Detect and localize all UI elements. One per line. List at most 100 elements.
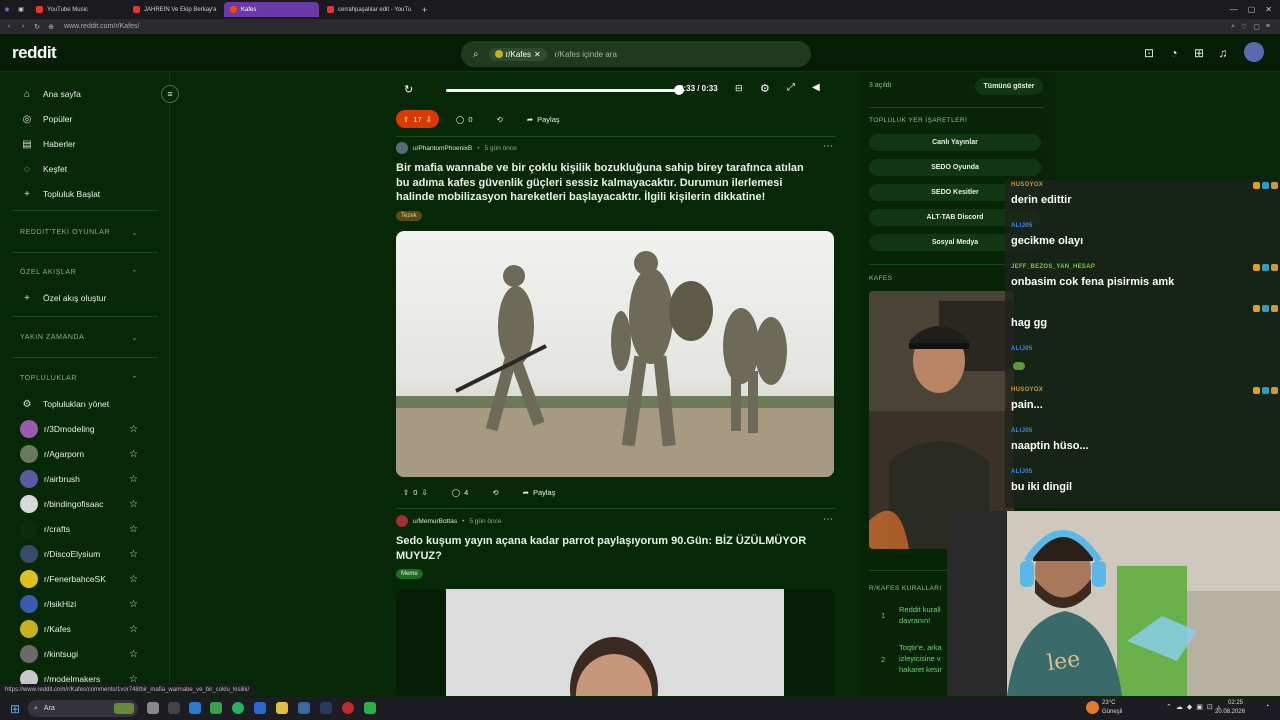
search-community-chip[interactable]: r/Kafes ✕: [488, 47, 547, 61]
tab-jahrein[interactable]: JAHREIN Ve Ekip Berkay'a: [127, 2, 222, 17]
feeds-section-header[interactable]: ÖZEL AKIŞLAR ⌃: [20, 269, 138, 277]
sidebar-item-news[interactable]: ▤ Haberler: [20, 135, 160, 153]
star-icon[interactable]: ☆: [129, 599, 138, 610]
sidebar-item-kafes[interactable]: r/Kafes ☆: [20, 619, 138, 639]
share-button[interactable]: ➦ Paylaş: [516, 483, 563, 501]
bookmark-live-streams[interactable]: Canlı Yayınlar: [869, 134, 1041, 151]
notifications-icon[interactable]: ♫: [1216, 46, 1230, 60]
post-image-soldiers[interactable]: [396, 231, 834, 477]
star-icon[interactable]: ☆: [129, 499, 138, 510]
sidebar-item-kintsugi[interactable]: r/kintsugi ☆: [20, 644, 138, 664]
chat-icon[interactable]: ◔: [1167, 46, 1181, 60]
task-view-icon[interactable]: [147, 702, 159, 714]
captions-icon[interactable]: ⊟: [735, 83, 743, 94]
create-post-icon[interactable]: ⊞: [1192, 46, 1206, 60]
recent-section-header[interactable]: YAKIN ZAMANDA ⌄: [20, 334, 138, 342]
sidebar-item-start-community[interactable]: + Topluluk Başlat: [20, 185, 160, 203]
replay-icon[interactable]: ↻: [404, 83, 413, 96]
maximize-icon[interactable]: ▢: [1248, 5, 1256, 14]
post-title[interactable]: Bir mafia wannabe ve bir çoklu kişilik b…: [396, 161, 816, 205]
downvote-icon[interactable]: ⇩: [421, 488, 427, 497]
sidebar-item-home[interactable]: ⌂ Ana sayfa: [20, 85, 160, 103]
fullscreen-icon[interactable]: ⤢: [787, 82, 795, 93]
browser-menu-icon[interactable]: ◉: [0, 6, 14, 13]
url-field[interactable]: www.reddit.com/r/Kafes/: [64, 23, 139, 30]
app-icon[interactable]: [364, 702, 376, 714]
post-author[interactable]: u/MemurBottas: [413, 518, 457, 525]
create-custom-feed[interactable]: + Özel akış oluştur: [20, 289, 160, 307]
user-avatar[interactable]: [396, 142, 408, 154]
user-avatar[interactable]: [1244, 42, 1264, 62]
store-icon[interactable]: [298, 702, 310, 714]
close-icon[interactable]: ✕: [1265, 5, 1272, 14]
manage-communities[interactable]: ⚙ Toplulukları yönet: [20, 395, 160, 413]
sidebar-item-popular[interactable]: ◎ Popüler: [20, 110, 160, 128]
ads-icon[interactable]: ⊡: [1142, 46, 1156, 60]
star-icon[interactable]: ☆: [129, 424, 138, 435]
opera-icon[interactable]: [342, 702, 354, 714]
crosspost-button[interactable]: ⟲: [490, 110, 510, 128]
spreadsheet-app-icon[interactable]: [210, 702, 222, 714]
tab-overview-icon[interactable]: ▣: [14, 6, 28, 13]
settings-icon[interactable]: ≡: [1266, 23, 1270, 31]
steam-icon[interactable]: [320, 702, 332, 714]
rule-item[interactable]: 2 Toqtir'e, arka izleyicisine v hakaret …: [869, 642, 954, 682]
sidebar-item-crafts[interactable]: r/crafts ☆: [20, 519, 138, 539]
forward-icon[interactable]: ›: [18, 23, 28, 30]
upvote-icon[interactable]: ⇧: [403, 115, 409, 124]
star-icon[interactable]: ☆: [129, 649, 138, 660]
tab-youtube-music[interactable]: YouTube Music: [30, 2, 125, 17]
user-avatar[interactable]: [396, 515, 408, 527]
edge-icon[interactable]: [254, 702, 266, 714]
post-image-person[interactable]: [396, 589, 834, 696]
clock-time[interactable]: 02:25: [1228, 700, 1243, 706]
star-icon[interactable]: ☆: [129, 674, 138, 685]
sidebar-item-bindingofisaac[interactable]: r/bindingofisaac ☆: [20, 494, 138, 514]
tab-cerrahpasalilar[interactable]: cerrahpaşalılar edit - YouTu: [321, 2, 416, 17]
notifications-icon[interactable]: ◔: [1265, 703, 1269, 710]
reload-icon[interactable]: ↻: [32, 23, 42, 31]
volume-icon[interactable]: ◀: [812, 82, 820, 93]
minimize-icon[interactable]: —: [1230, 5, 1238, 14]
star-icon[interactable]: ☆: [129, 524, 138, 535]
terminal-icon[interactable]: [168, 702, 180, 714]
extensions-icon[interactable]: ▢: [1253, 23, 1260, 31]
sidebar-item-airbrush[interactable]: r/airbrush ☆: [20, 469, 138, 489]
sidebar-item-isikhizi[interactable]: r/IsikHizi ☆: [20, 594, 138, 614]
search-bar[interactable]: ⌕ r/Kafes ✕ r/Kafes içinde ara: [461, 41, 811, 67]
new-tab-button[interactable]: +: [422, 5, 427, 15]
bookmark-icon[interactable]: ♡: [1241, 23, 1247, 31]
vscode-icon[interactable]: [189, 702, 201, 714]
chip-close-icon[interactable]: ✕: [534, 50, 541, 59]
bookmark-sedo-in-game[interactable]: SEDO Oyunda: [869, 159, 1041, 176]
xbox-icon[interactable]: [232, 702, 244, 714]
sidebar-item-agarporn[interactable]: r/Agarporn ☆: [20, 444, 138, 464]
windows-start-icon[interactable]: ⊞: [10, 702, 20, 716]
more-options-icon[interactable]: ⋯: [823, 141, 833, 152]
taskbar-search[interactable]: ⌕ Ara: [28, 700, 138, 717]
comments-button[interactable]: ◯ 0: [449, 110, 480, 128]
back-icon[interactable]: ‹: [4, 23, 14, 30]
sidebar-item-discoelysium[interactable]: r/DiscoElysium ☆: [20, 544, 138, 564]
star-icon[interactable]: ☆: [129, 549, 138, 560]
post-author[interactable]: u/PhantomPhoenixB: [413, 145, 472, 152]
zoom-icon[interactable]: ⌕: [1231, 23, 1235, 31]
post-flair[interactable]: Tezek: [396, 211, 422, 221]
communities-section-header[interactable]: TOPLULUKLAR ⌃: [20, 375, 138, 383]
post-title[interactable]: Sedo kuşum yayın açana kadar parrot payl…: [396, 534, 816, 563]
post-flair[interactable]: Meme: [396, 569, 423, 579]
rule-item[interactable]: 1 Reddit kurall davranın!: [869, 604, 954, 634]
star-icon[interactable]: ☆: [129, 624, 138, 635]
show-all-button[interactable]: Tümünü göster: [975, 78, 1043, 95]
more-options-icon[interactable]: ⋯: [823, 514, 833, 525]
comments-button[interactable]: ◯ 4: [445, 483, 476, 501]
downvote-icon[interactable]: ⇩: [426, 115, 432, 124]
star-icon[interactable]: ☆: [129, 574, 138, 585]
sidebar-collapse-button[interactable]: ≡: [161, 85, 179, 103]
star-icon[interactable]: ☆: [129, 474, 138, 485]
sidebar-item-3dmodeling[interactable]: r/3Dmodeling ☆: [20, 419, 138, 439]
clock-date[interactable]: 20.08.2026: [1215, 709, 1245, 715]
share-button[interactable]: ➦ Paylaş: [520, 110, 567, 128]
file-explorer-icon[interactable]: [276, 702, 288, 714]
site-info-icon[interactable]: ⊕: [46, 23, 56, 31]
